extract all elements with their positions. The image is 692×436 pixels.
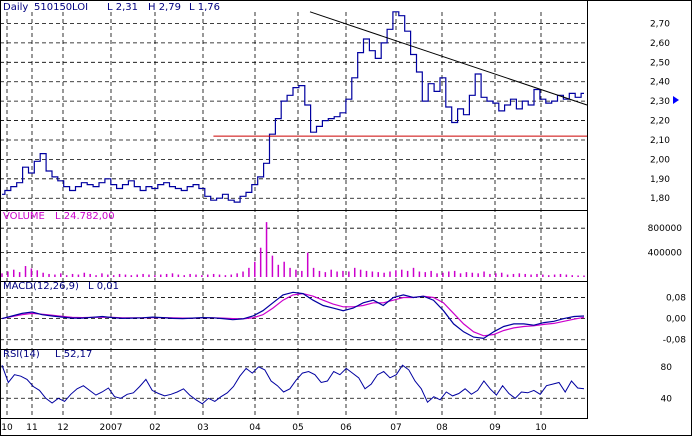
rsi-tick-label: 80 [661,363,673,373]
rsi-label: RSI(14) [3,349,40,360]
x-tick-label: 03 [197,423,208,433]
macd-signal-line [1,292,585,337]
price-tick-label: 2,50 [650,58,670,68]
rsi-line [1,364,585,405]
macd-tick-label: -0,08 [663,336,687,346]
x-tick-label: 2007 [100,423,123,433]
macd-line [1,291,585,340]
chart-marks [1,11,588,405]
x-tick-label: 09 [489,423,501,433]
x-tick-label: 04 [249,423,261,433]
macd-value: L 0,01 [88,281,119,292]
macd-tick-label: 0,00 [666,315,686,325]
chart-low: L 2,31 [107,2,138,13]
macd-tick-label: 0,08 [666,294,686,304]
volume-tick-label: 400000 [648,249,683,259]
price-series-line [2,11,584,203]
price-tick-label: 2,60 [650,39,670,49]
volume-tick-label: 800000 [648,224,683,234]
chart-symbol: 510150 [34,2,72,13]
chart-high: H 2,79 [148,2,181,13]
price-tick-label: 2,40 [650,78,670,88]
price-tick-label: 1,90 [650,175,670,185]
x-tick-label: 05 [292,423,303,433]
rsi-value: L 52,17 [55,349,92,360]
price-tick-label: 2,00 [650,155,670,165]
x-tick-label: 02 [149,423,160,433]
price-tick-label: 1,80 [650,194,670,204]
price-tick-label: 2,30 [650,97,670,107]
x-tick-label: 12 [57,423,68,433]
rsi-tick-label: 40 [661,394,673,404]
stock-chart: Daily 510150 LOI L 2,31 H 2,79 L 1,76 VO… [0,0,692,436]
macd-label: MACD(12,26,9) [3,281,79,292]
chart-low2: L 1,76 [189,2,220,13]
volume-label: VOLUME [3,211,45,222]
volume-value: L 24.782,00 [55,211,115,222]
x-tick-label: 10 [1,423,13,433]
x-tick-label: 06 [340,423,352,433]
chart-period: Daily [3,2,28,13]
price-tick-label: 2,70 [650,19,670,29]
price-tick-label: 2,20 [650,117,670,127]
x-tick-label: 11 [26,423,37,433]
price-tick-label: 2,10 [650,136,670,146]
x-tick-label: 08 [436,423,448,433]
chart-series-field: LOI [72,2,88,13]
x-tick-label: 10 [535,423,547,433]
x-tick-label: 07 [390,423,401,433]
last-price-arrow-icon [673,96,679,104]
